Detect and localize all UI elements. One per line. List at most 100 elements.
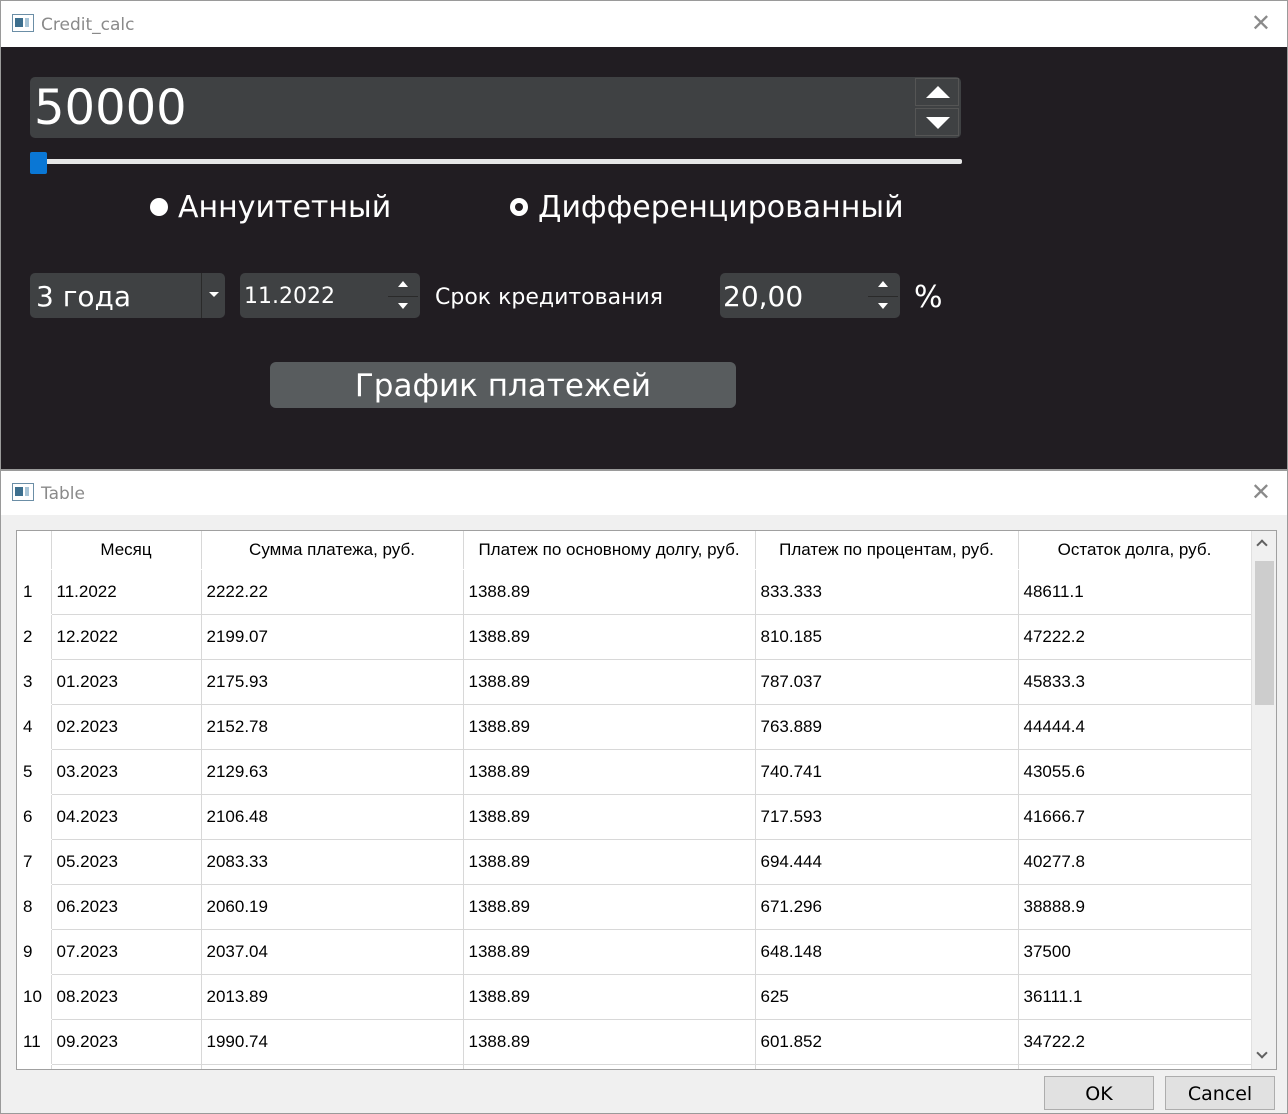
table-cell[interactable]: 40277.8 — [1018, 839, 1252, 885]
row-number[interactable]: 8 — [17, 884, 52, 930]
table-cell[interactable]: 44444.4 — [1018, 704, 1252, 750]
table-row[interactable]: 2 12.2022 2199.07 1388.89 810.185 47222.2 — [17, 614, 1252, 660]
start-date-value[interactable]: 11.2022 — [244, 284, 335, 309]
table-cell[interactable]: 1990.74 — [201, 1019, 464, 1065]
amount-slider-handle[interactable] — [30, 152, 47, 174]
table-cell[interactable]: 625 — [755, 974, 1019, 1020]
table-row[interactable]: 10 08.2023 2013.89 1388.89 625 36111.1 — [17, 974, 1252, 1020]
table-cell[interactable]: 01.2023 — [51, 659, 202, 705]
table-cell[interactable]: 1388.89 — [463, 884, 756, 930]
column-header[interactable]: Платеж по процентам, руб. — [755, 531, 1019, 570]
table-cell[interactable]: 2013.89 — [201, 974, 464, 1020]
table-cell[interactable]: 2152.78 — [201, 704, 464, 750]
table-cell[interactable]: 1388.89 — [463, 839, 756, 885]
table-cell[interactable]: 1388.89 — [463, 794, 756, 840]
date-increment-button[interactable] — [388, 275, 418, 295]
table-cell[interactable]: 45833.3 — [1018, 659, 1252, 705]
ok-button[interactable]: OK — [1044, 1076, 1154, 1110]
dropdown-arrow[interactable] — [201, 273, 225, 318]
radio-annuity[interactable]: Аннуитетный — [150, 189, 391, 225]
table-cell[interactable] — [51, 1064, 202, 1069]
row-number[interactable]: 2 — [17, 614, 52, 660]
row-number[interactable]: 4 — [17, 704, 52, 750]
table-row[interactable]: 4 02.2023 2152.78 1388.89 763.889 44444.4 — [17, 704, 1252, 750]
table-cell[interactable]: 12.2022 — [51, 614, 202, 660]
table-cell[interactable]: 648.148 — [755, 929, 1019, 975]
table-cell[interactable] — [201, 1064, 464, 1069]
rate-increment-button[interactable] — [868, 275, 898, 295]
payment-schedule-button[interactable]: График платежей — [270, 362, 736, 408]
date-decrement-button[interactable] — [388, 296, 418, 316]
table-cell[interactable]: 41666.7 — [1018, 794, 1252, 840]
table-row[interactable]: 5 03.2023 2129.63 1388.89 740.741 43055.6 — [17, 749, 1252, 795]
table-cell[interactable]: 48611.1 — [1018, 569, 1252, 615]
table-cell[interactable] — [463, 1064, 756, 1069]
table-cell[interactable]: 11.2022 — [51, 569, 202, 615]
radio-differentiated[interactable]: Дифференцированный — [510, 189, 904, 225]
table-cell[interactable]: 2106.48 — [201, 794, 464, 840]
table-cell[interactable] — [755, 1064, 1019, 1069]
table-cell[interactable]: 1388.89 — [463, 749, 756, 795]
corner-cell[interactable] — [17, 531, 52, 570]
table-cell[interactable]: 03.2023 — [51, 749, 202, 795]
table-cell[interactable]: 671.296 — [755, 884, 1019, 930]
table-cell[interactable]: 2060.19 — [201, 884, 464, 930]
table-cell[interactable]: 2199.07 — [201, 614, 464, 660]
column-header[interactable]: Остаток долга, руб. — [1018, 531, 1252, 570]
table-cell[interactable]: 34722.2 — [1018, 1019, 1252, 1065]
close-icon[interactable]: ✕ — [1251, 11, 1271, 35]
table-cell[interactable]: 1388.89 — [463, 704, 756, 750]
table-cell[interactable]: 833.333 — [755, 569, 1019, 615]
table-cell[interactable]: 1388.89 — [463, 1019, 756, 1065]
amount-spinbox[interactable]: 50000 — [30, 77, 961, 138]
table-cell[interactable]: 36111.1 — [1018, 974, 1252, 1020]
table-cell[interactable]: 1388.89 — [463, 659, 756, 705]
column-header[interactable]: Сумма платежа, руб. — [201, 531, 464, 570]
table-cell[interactable]: 2037.04 — [201, 929, 464, 975]
table-cell[interactable]: 47222.2 — [1018, 614, 1252, 660]
row-number[interactable]: 10 — [17, 974, 52, 1020]
row-number[interactable]: 11 — [17, 1019, 52, 1065]
table-cell[interactable]: 717.593 — [755, 794, 1019, 840]
column-header[interactable]: Месяц — [51, 531, 202, 570]
table-cell[interactable]: 601.852 — [755, 1019, 1019, 1065]
term-select[interactable]: 3 года — [30, 273, 225, 318]
table-row[interactable]: 8 06.2023 2060.19 1388.89 671.296 38888.9 — [17, 884, 1252, 930]
table-cell[interactable]: 694.444 — [755, 839, 1019, 885]
table-cell[interactable]: 06.2023 — [51, 884, 202, 930]
table-row[interactable]: 9 07.2023 2037.04 1388.89 648.148 37500 — [17, 929, 1252, 975]
amount-slider-track[interactable] — [30, 159, 962, 164]
close-icon[interactable]: ✕ — [1251, 480, 1271, 504]
table-cell[interactable]: 763.889 — [755, 704, 1019, 750]
table-cell[interactable]: 37500 — [1018, 929, 1252, 975]
table-row[interactable]: 1 11.2022 2222.22 1388.89 833.333 48611.1 — [17, 569, 1252, 615]
row-number[interactable]: 7 — [17, 839, 52, 885]
table-cell[interactable]: 04.2023 — [51, 794, 202, 840]
amount-decrement-button[interactable] — [915, 108, 959, 136]
table-cell[interactable]: 1388.89 — [463, 974, 756, 1020]
table-cell[interactable]: 2175.93 — [201, 659, 464, 705]
rate-decrement-button[interactable] — [868, 296, 898, 316]
table-cell[interactable]: 2129.63 — [201, 749, 464, 795]
table-row[interactable]: 6 04.2023 2106.48 1388.89 717.593 41666.7 — [17, 794, 1252, 840]
table-cell[interactable]: 787.037 — [755, 659, 1019, 705]
row-number[interactable] — [17, 1064, 52, 1069]
table-cell[interactable]: 1388.89 — [463, 929, 756, 975]
table-row[interactable]: 11 09.2023 1990.74 1388.89 601.852 34722.2 — [17, 1019, 1252, 1065]
chevron-up-icon[interactable] — [1256, 539, 1268, 551]
row-number[interactable]: 1 — [17, 569, 52, 615]
table-cell[interactable]: 1388.89 — [463, 569, 756, 615]
table-cell[interactable]: 43055.6 — [1018, 749, 1252, 795]
row-number[interactable]: 6 — [17, 794, 52, 840]
amount-value[interactable]: 50000 — [34, 79, 187, 137]
table-cell[interactable]: 38888.9 — [1018, 884, 1252, 930]
table-cell[interactable] — [1018, 1064, 1252, 1069]
table-cell[interactable]: 08.2023 — [51, 974, 202, 1020]
table-cell[interactable]: 09.2023 — [51, 1019, 202, 1065]
chevron-down-icon[interactable] — [1256, 1047, 1268, 1059]
start-date-spinbox[interactable]: 11.2022 — [240, 273, 420, 318]
scrollbar-thumb[interactable] — [1255, 561, 1274, 705]
row-number[interactable]: 5 — [17, 749, 52, 795]
column-header[interactable]: Платеж по основному долгу, руб. — [463, 531, 756, 570]
table-cell[interactable]: 02.2023 — [51, 704, 202, 750]
